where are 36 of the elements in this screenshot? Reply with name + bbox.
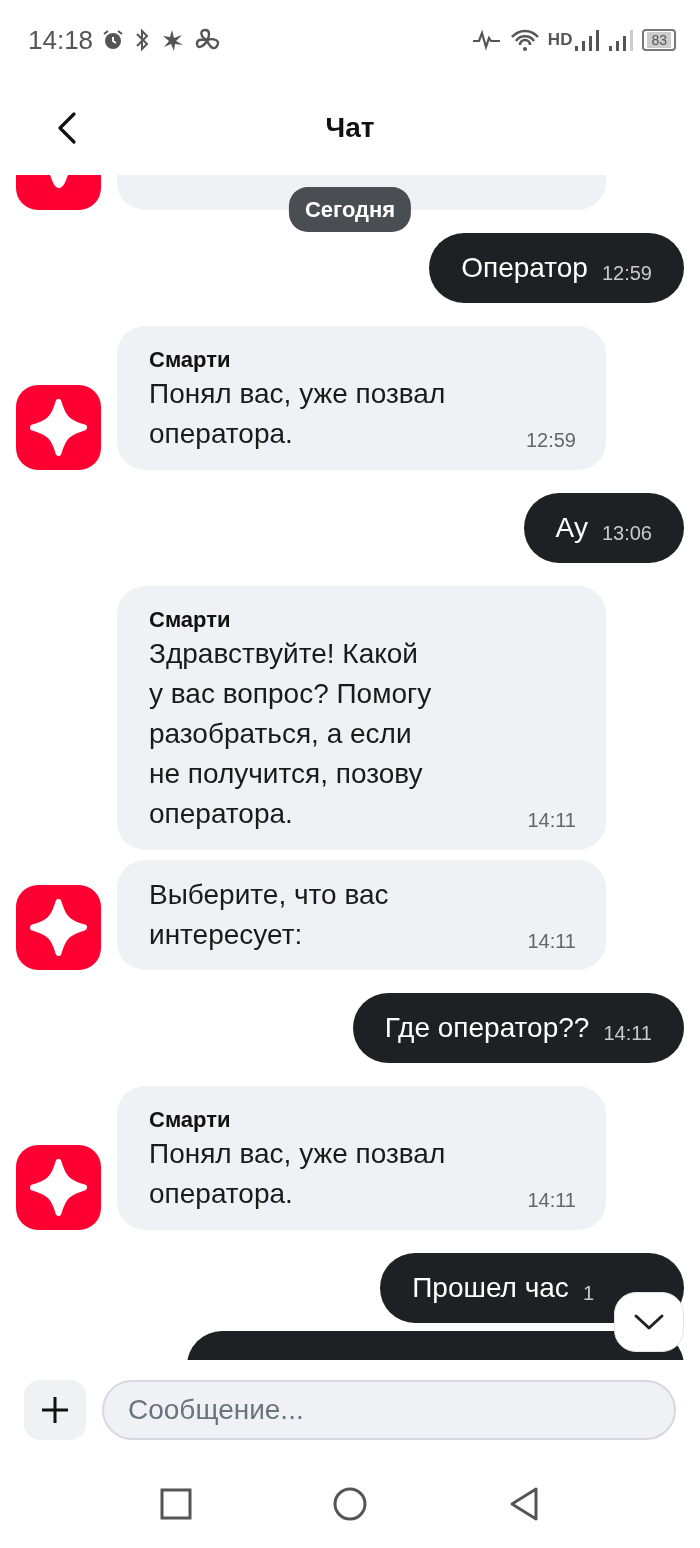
signal-icon (608, 28, 635, 52)
sender-name: Смарти (149, 606, 232, 634)
chat-title: Чат (325, 110, 375, 145)
home-icon[interactable] (332, 1486, 368, 1522)
wifi-icon (509, 28, 540, 52)
plus-icon (40, 1395, 70, 1425)
activity-icon (471, 28, 502, 52)
date-chip: Сегодня (288, 187, 412, 232)
message-text: Здравствуйте! Какой у вас вопрос? Помогу разобраться, а если не получится, позову оператора. (149, 637, 432, 831)
signal-icon (574, 28, 601, 52)
message-text: Ау (555, 511, 588, 545)
message-time: 12:59 (601, 261, 652, 286)
message-text: Где оператор?? (384, 1011, 590, 1045)
sender-name: Смарти (149, 346, 232, 374)
scroll-down-button[interactable] (614, 1292, 684, 1352)
message-time: 1 (582, 1281, 594, 1306)
recents-icon[interactable] (160, 1488, 192, 1520)
message-time: 13:06 (601, 521, 652, 546)
back-nav-icon[interactable] (508, 1486, 540, 1522)
message-text: Понял вас, уже позвал оператора. (149, 377, 446, 451)
message-text: Оператор (461, 251, 588, 285)
status-time: 14:18 (28, 23, 94, 57)
message-time: 14:11 (526, 1188, 576, 1213)
message-text: Понял вас, уже позвал оператора. (149, 1137, 446, 1211)
attach-button[interactable] (24, 1380, 86, 1440)
message-time: 14:11 (526, 808, 576, 833)
sender-name: Смарти (149, 1106, 232, 1134)
battery-indicator: 83 (642, 29, 676, 51)
message-field[interactable]: Сообщение... (102, 1380, 676, 1440)
message-time: 12:59 (524, 428, 576, 453)
chevron-down-icon (633, 1313, 665, 1331)
message-time: 14:11 (603, 1021, 652, 1046)
network-type: HD (547, 29, 573, 52)
message-text: Прошел час (412, 1271, 569, 1305)
message-text: Выберите, что вас интересует: (149, 878, 389, 952)
message-time: 14:11 (526, 929, 576, 954)
